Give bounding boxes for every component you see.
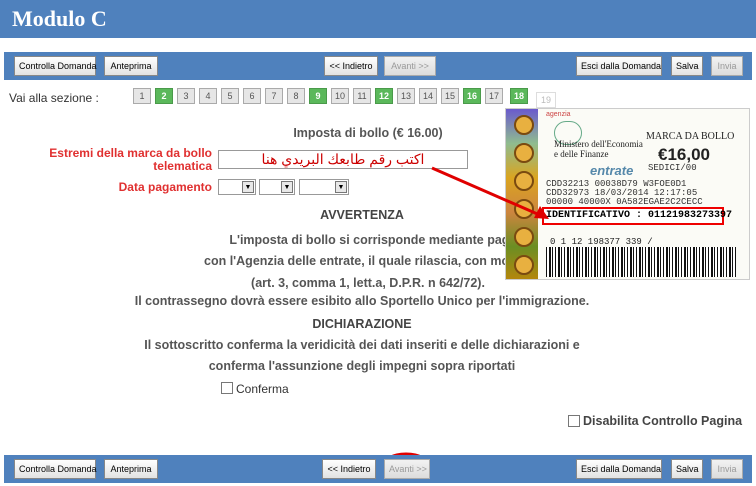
send-button-bottom[interactable]: Invia [711,459,743,479]
save-button-bottom[interactable]: Salva [671,459,703,479]
arrow-line [431,166,543,218]
next-button-bottom[interactable]: Avanti >> [384,459,430,479]
bottom-toolbar: Controlla Domanda Anteprima << Indietro … [4,455,752,483]
check-application-button-bottom[interactable]: Controlla Domanda [14,459,97,479]
annotation-arrow [380,166,549,482]
exit-application-button-bottom[interactable]: Esci dalla Domanda [576,459,662,479]
preview-button-bottom[interactable]: Anteprima [104,459,158,479]
back-button-bottom[interactable]: << Indietro [322,459,376,479]
